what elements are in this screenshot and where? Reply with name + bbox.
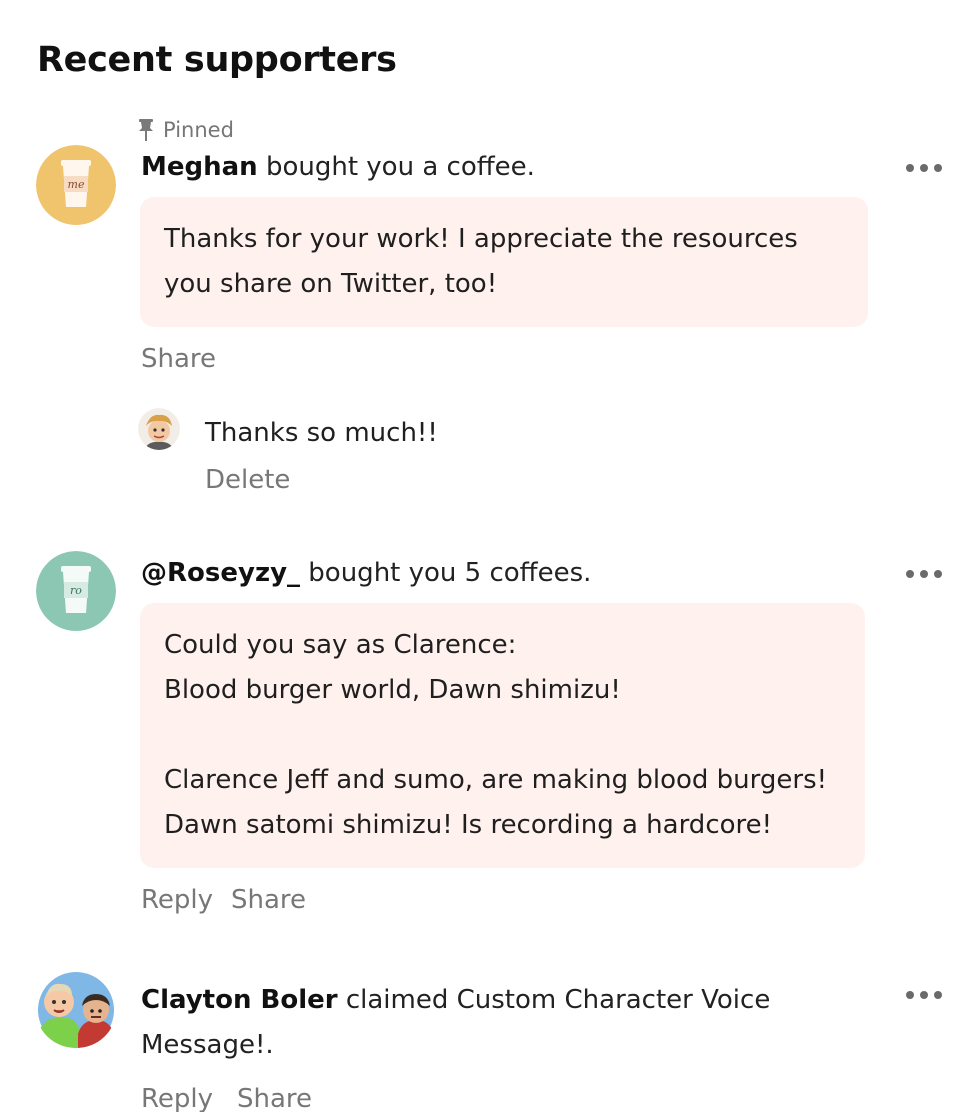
message-line: Thanks for your work! I appreciate the r…: [164, 224, 798, 254]
more-dots-icon: [906, 991, 914, 999]
supporter-avatar-meghan[interactable]: me: [36, 145, 116, 225]
share-button[interactable]: Share: [231, 885, 306, 915]
supporter-actions: Reply Share: [141, 1084, 312, 1112]
share-button[interactable]: Share: [141, 344, 216, 374]
reply-button[interactable]: Reply: [141, 885, 213, 915]
message-line: Clarence Jeff and sumo, are making blood…: [164, 765, 828, 795]
message-line: Dawn satomi shimizu! Is recording a hard…: [164, 810, 773, 840]
pinned-indicator: Pinned: [137, 118, 234, 142]
supporter-avatar-clayton[interactable]: [36, 972, 116, 1048]
supporter-headline: Clayton Boler claimed Custom Character V…: [141, 978, 770, 1068]
share-button[interactable]: Share: [237, 1084, 312, 1112]
coffee-cup-icon: me: [36, 145, 116, 225]
reply-button[interactable]: Reply: [141, 1084, 213, 1112]
message-line: Blood burger world, Dawn shimizu!: [164, 675, 621, 705]
supporter-action: bought you 5 coffees.: [300, 558, 592, 588]
supporter-avatar-roseyzy[interactable]: ro: [36, 551, 116, 631]
supporter-message: Could you say as Clarence: Blood burger …: [140, 603, 865, 868]
more-dots-icon: [906, 570, 914, 578]
supporter-action: claimed Custom Character Voice: [337, 985, 771, 1015]
more-options-button[interactable]: [906, 161, 942, 175]
coffee-cup-icon: ro: [36, 551, 116, 631]
pinned-label: Pinned: [163, 118, 234, 142]
pin-icon: [137, 119, 155, 141]
cartoon-avatar-icon: [38, 972, 114, 1048]
supporter-action: bought you a coffee.: [257, 152, 535, 182]
creator-avatar: [138, 408, 180, 450]
section-title: Recent supporters: [37, 40, 397, 80]
supporter-actions: Reply Share: [141, 885, 306, 915]
supporter-name[interactable]: @Roseyzy_: [141, 558, 300, 588]
cup-label: me: [68, 178, 85, 191]
message-line: Could you say as Clarence:: [164, 630, 517, 660]
supporter-action-continued: Message!.: [141, 1030, 274, 1060]
supporter-headline: @Roseyzy_ bought you 5 coffees.: [141, 558, 591, 588]
supporter-name[interactable]: Clayton Boler: [141, 985, 338, 1015]
supporter-headline: Meghan bought you a coffee.: [141, 152, 535, 182]
cup-label: ro: [70, 584, 82, 597]
more-options-button[interactable]: [906, 567, 942, 581]
more-dots-icon: [906, 164, 914, 172]
message-line: [164, 713, 841, 758]
delete-reply-button[interactable]: Delete: [205, 465, 290, 495]
supporter-name[interactable]: Meghan: [141, 152, 258, 182]
supporter-message: Thanks for your work! I appreciate the r…: [140, 197, 868, 327]
message-line: you share on Twitter, too!: [164, 269, 498, 299]
supporter-actions: Share: [141, 344, 216, 374]
more-options-button[interactable]: [906, 988, 942, 1002]
creator-reply-text: Thanks so much!!: [205, 418, 438, 448]
